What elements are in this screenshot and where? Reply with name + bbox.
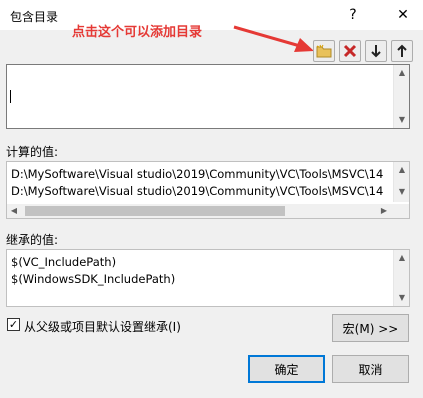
computed-hscroll[interactable]: ◀ ▶ (7, 204, 409, 218)
inherited-label: 继承的值: (6, 233, 59, 247)
close-button[interactable]: ✕ (393, 5, 413, 25)
edit-box-scrollbar[interactable]: ▲ ▼ (393, 65, 409, 128)
inherited-values-list: $(VC_IncludePath) $(WindowsSDK_IncludePa… (6, 249, 410, 307)
new-folder-icon (316, 44, 332, 58)
move-down-icon (371, 45, 381, 58)
new-line-button[interactable] (313, 40, 335, 62)
inherited-line: $(VC_IncludePath) (11, 255, 117, 269)
inherited-line: $(WindowsSDK_IncludePath) (11, 272, 176, 286)
scroll-thumb[interactable] (25, 206, 285, 216)
computed-line: D:\MySoftware\Visual studio\2019\Communi… (11, 167, 384, 181)
inherited-vscroll[interactable]: ▲ ▼ (393, 250, 409, 306)
scroll-up-icon[interactable]: ▲ (394, 65, 410, 81)
cancel-button[interactable]: 取消 (332, 355, 409, 383)
scroll-left-icon[interactable]: ◀ (7, 204, 21, 218)
scroll-down-icon[interactable]: ▼ (394, 290, 409, 306)
computed-line: D:\MySoftware\Visual studio\2019\Communi… (11, 184, 384, 198)
delete-icon (343, 44, 357, 58)
delete-line-button[interactable] (339, 40, 361, 62)
macros-button[interactable]: 宏(M) >> (332, 314, 409, 342)
inherit-checkbox-label[interactable]: 从父级或项目默认设置继承(I) (24, 318, 181, 335)
move-down-button[interactable] (365, 40, 387, 62)
computed-label: 计算的值: (6, 145, 59, 159)
window-title: 包含目录 (10, 10, 59, 24)
annotation-arrow (233, 25, 314, 52)
computed-vscroll[interactable]: ▲ ▼ (393, 162, 409, 202)
move-up-icon (397, 44, 407, 57)
scroll-right-icon[interactable]: ▶ (377, 204, 391, 218)
help-button[interactable]: ? (343, 5, 363, 25)
computed-values-list: D:\MySoftware\Visual studio\2019\Communi… (6, 161, 410, 219)
annotation-text: 点击这个可以添加目录 (72, 25, 203, 40)
move-up-button[interactable] (391, 40, 413, 62)
scroll-down-icon[interactable]: ▼ (394, 112, 410, 128)
directory-edit-box[interactable]: ▲ ▼ (6, 64, 410, 129)
scroll-down-icon[interactable]: ▼ (394, 184, 409, 200)
inherit-checkbox[interactable]: ✓ (7, 318, 20, 331)
text-caret (10, 90, 11, 103)
ok-button[interactable]: 确定 (248, 355, 325, 383)
scroll-up-icon[interactable]: ▲ (394, 162, 409, 178)
scroll-up-icon[interactable]: ▲ (394, 250, 409, 266)
